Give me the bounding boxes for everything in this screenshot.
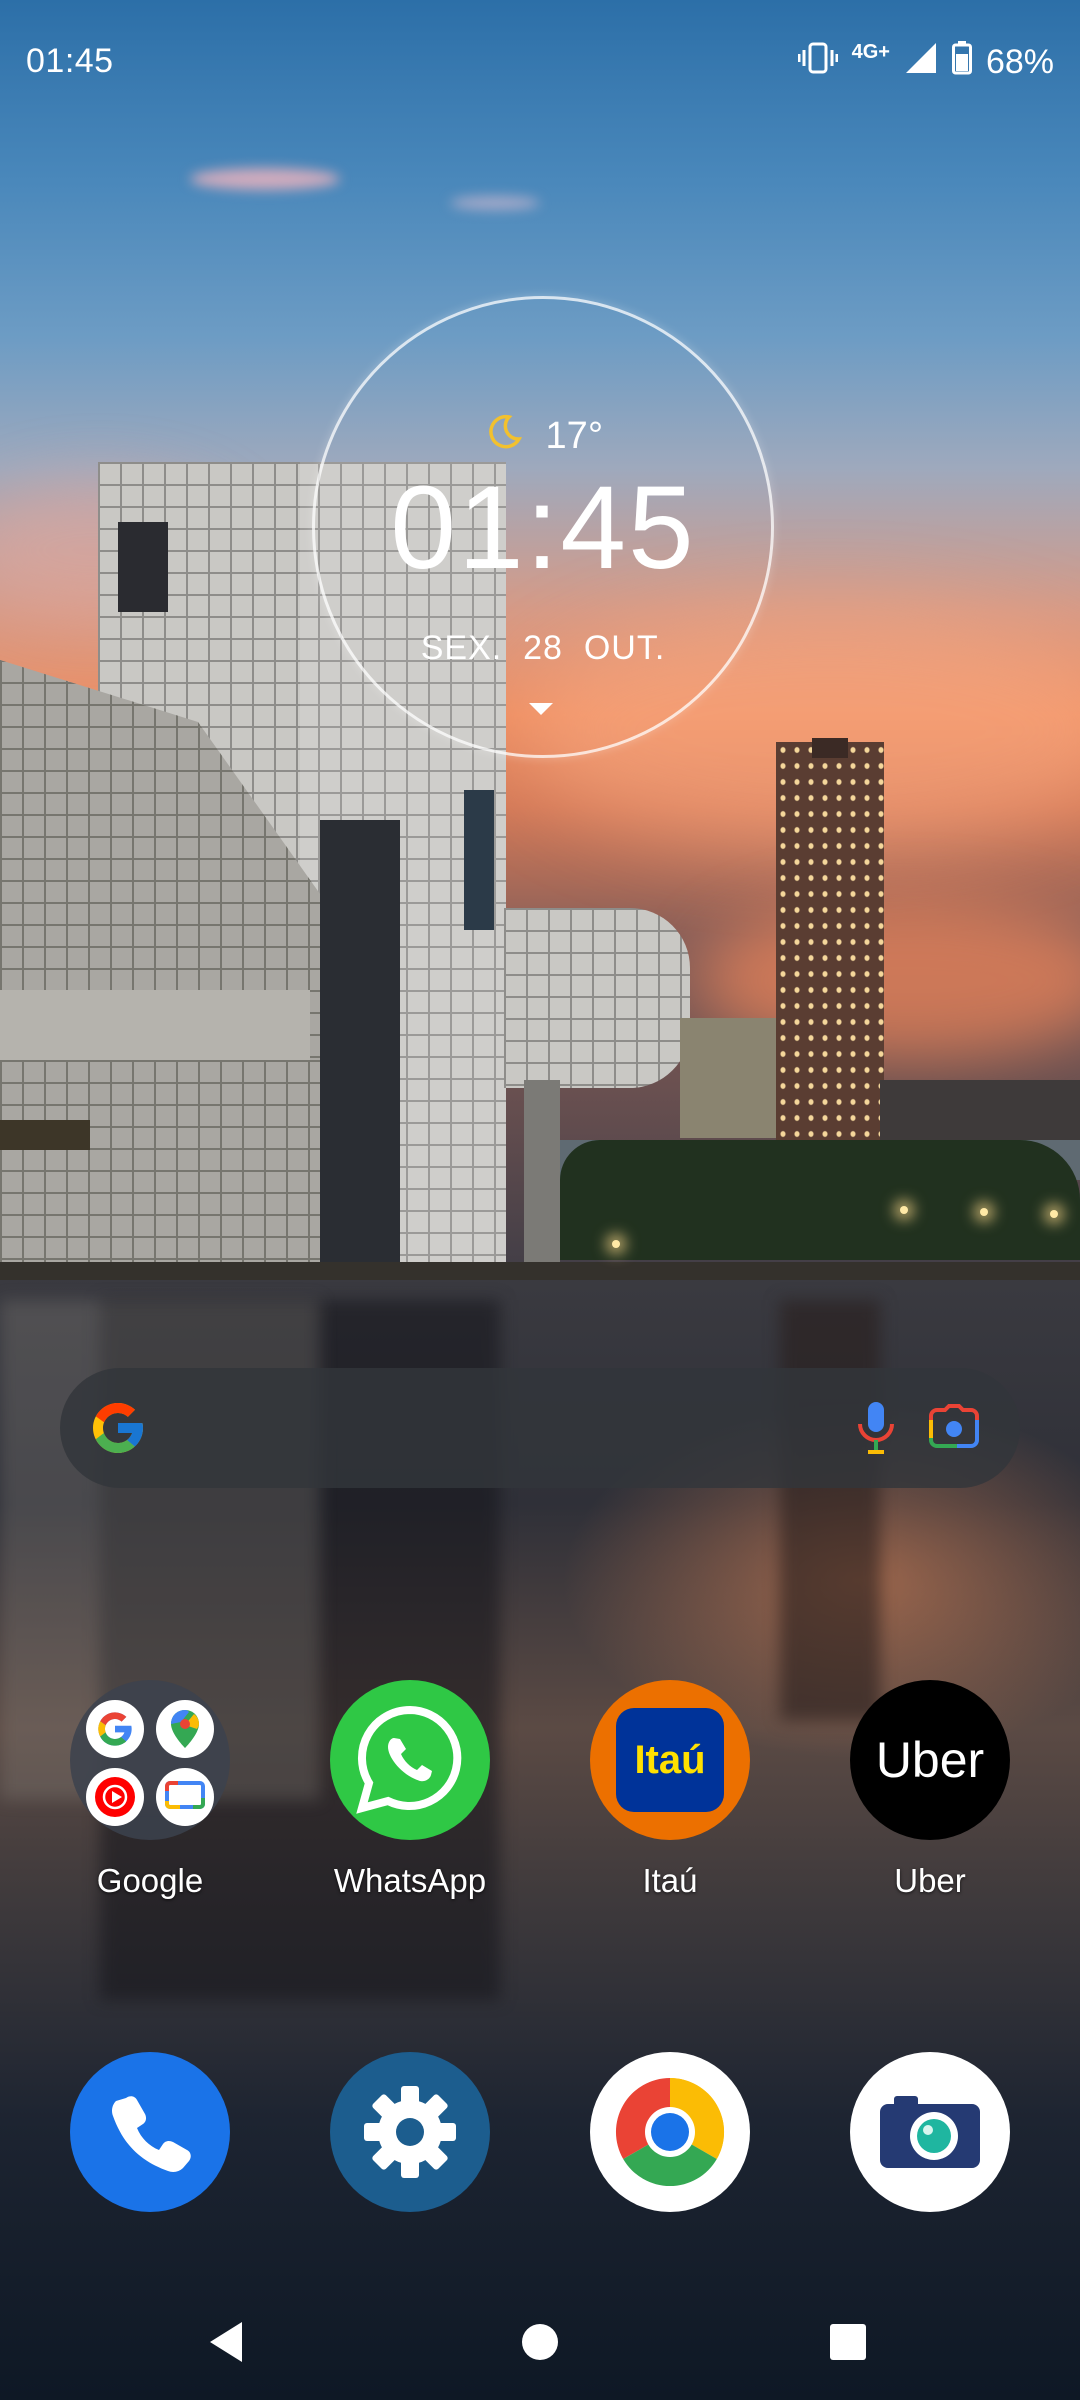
status-icons: 4G+ 68% <box>797 40 1054 84</box>
itau-icon[interactable]: Itaú <box>590 1680 750 1840</box>
maps-icon <box>156 1700 214 1758</box>
status-bar: 01:45 4G+ 68% <box>0 0 1080 120</box>
clock-time: 01:45 <box>390 462 696 594</box>
chevron-down-icon[interactable] <box>529 703 553 715</box>
recents-icon[interactable] <box>798 2302 898 2382</box>
google-search-bar[interactable] <box>60 1368 1020 1488</box>
navigation-bar <box>0 2280 1080 2400</box>
vibrate-icon <box>797 41 839 84</box>
battery-icon <box>951 40 972 84</box>
app-label: Itaú <box>642 1862 698 1899</box>
clock-date: SEX. 28 OUT. <box>420 629 666 667</box>
search-input[interactable] <box>170 1368 830 1488</box>
uber-icon[interactable]: Uber <box>850 1680 1010 1840</box>
back-icon[interactable] <box>176 2302 276 2382</box>
status-time: 01:45 <box>26 42 114 80</box>
chrome-icon[interactable] <box>590 2052 750 2212</box>
settings-icon[interactable] <box>330 2052 490 2212</box>
youtube-music-icon <box>86 1768 144 1826</box>
moon-icon <box>483 414 534 460</box>
google-tv-icon <box>156 1768 214 1826</box>
app-uber[interactable]: Uber Uber <box>820 1680 1040 1900</box>
battery-percent: 68% <box>985 42 1054 81</box>
weather-row[interactable]: 17° <box>315 411 771 461</box>
app-google-folder[interactable]: Google <box>40 1680 260 1900</box>
google-folder-icon[interactable] <box>70 1680 230 1840</box>
clock-widget[interactable]: 17° 01:45 SEX. 28 OUT. <box>312 296 774 758</box>
app-itau[interactable]: Itaú Itaú <box>560 1680 780 1900</box>
google-g-icon[interactable] <box>88 1398 148 1458</box>
network-type: 4G+ <box>851 40 890 63</box>
google-app-icon <box>86 1700 144 1758</box>
app-label: WhatsApp <box>333 1862 487 1899</box>
whatsapp-icon[interactable] <box>330 1680 490 1840</box>
phone-icon[interactable] <box>70 2052 230 2212</box>
itau-logo-text: Itaú <box>634 1737 706 1782</box>
app-label: Google <box>96 1862 204 1899</box>
temperature: 17° <box>545 414 604 457</box>
app-whatsapp[interactable]: WhatsApp <box>300 1680 520 1900</box>
lens-camera-icon[interactable] <box>920 1394 988 1462</box>
home-icon[interactable] <box>490 2302 590 2382</box>
microphone-icon[interactable] <box>844 1396 908 1460</box>
signal-icon <box>904 41 938 84</box>
app-label: Uber <box>894 1862 966 1899</box>
uber-logo-text: Uber <box>875 1732 985 1788</box>
camera-icon[interactable] <box>850 2052 1010 2212</box>
